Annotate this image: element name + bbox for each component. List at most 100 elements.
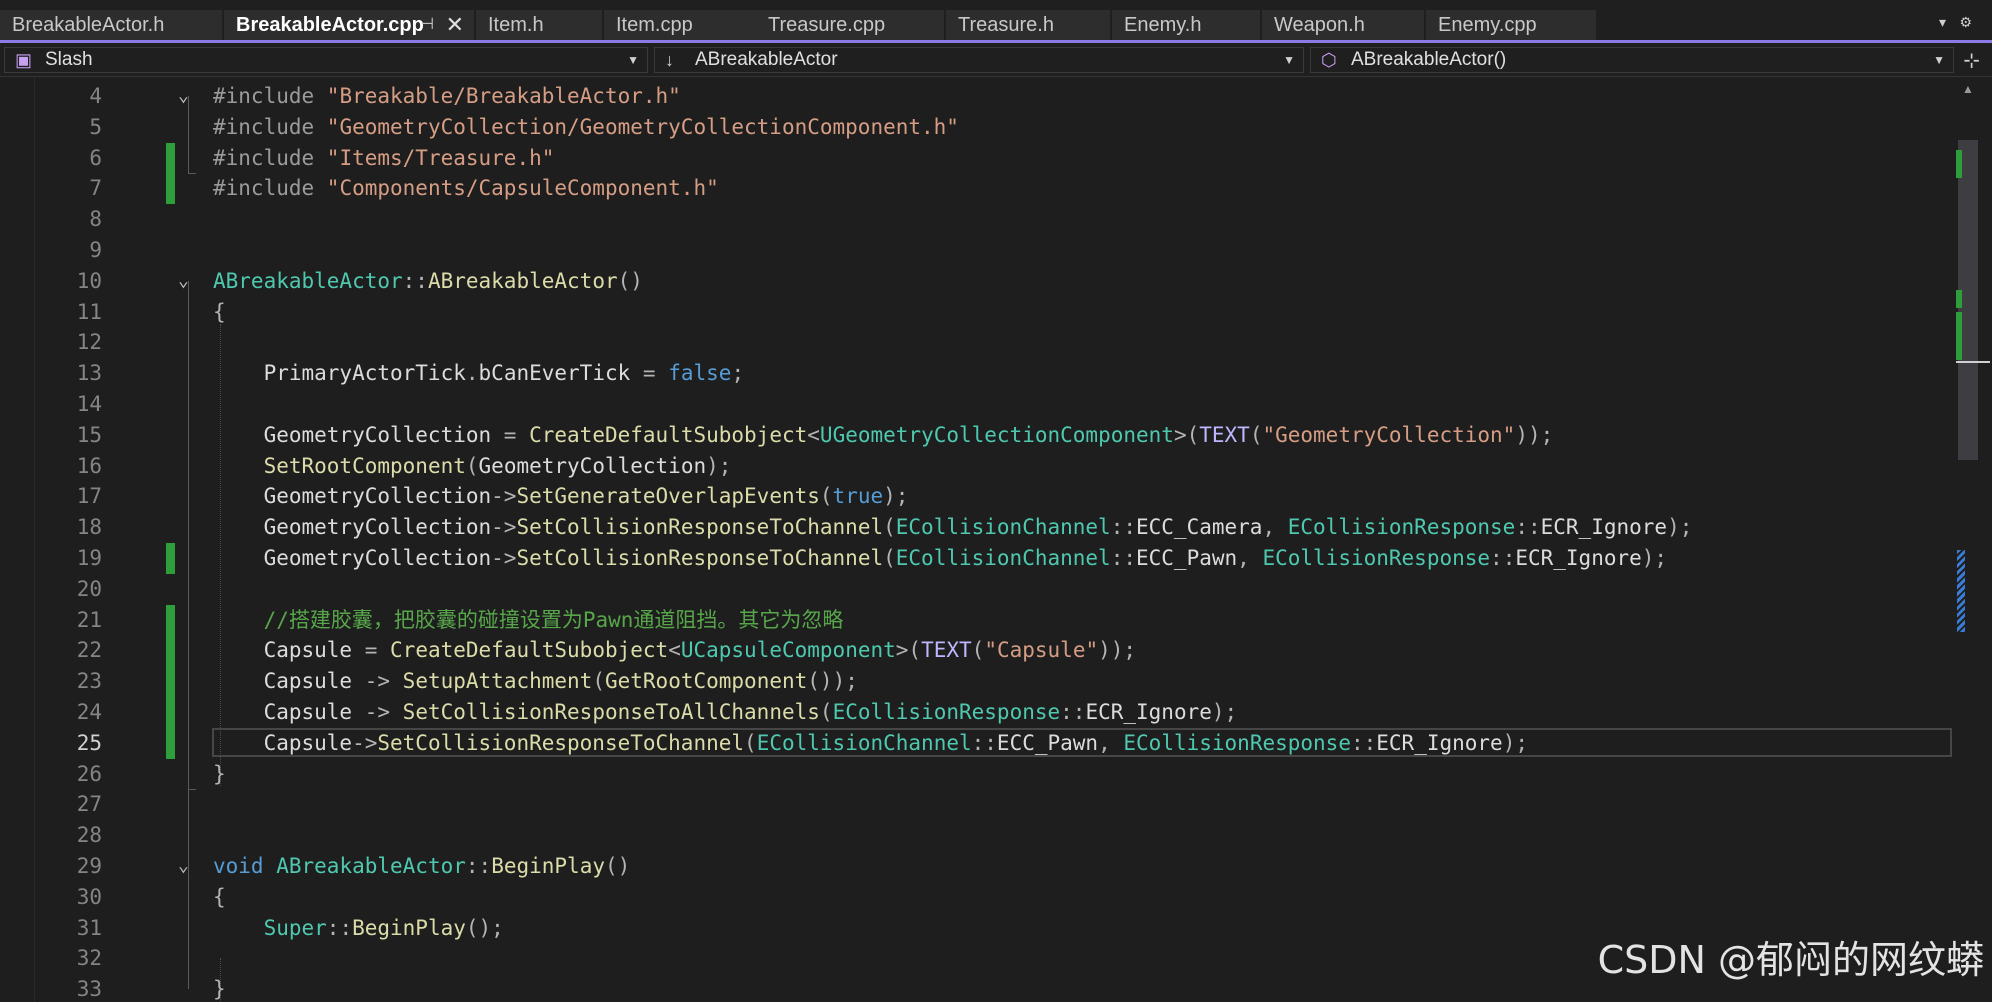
change-marker bbox=[1956, 150, 1962, 178]
line-number: 29 bbox=[76, 854, 102, 878]
line-code: GeometryCollection = CreateDefaultSubobj… bbox=[213, 422, 1554, 447]
tab-item-h[interactable]: Item.h bbox=[476, 10, 602, 40]
line-code: { bbox=[213, 299, 226, 324]
line-code: Capsule -> SetCollisionResponseToAllChan… bbox=[213, 700, 1238, 724]
line-number: 14 bbox=[76, 392, 102, 416]
line-number: 4 bbox=[89, 84, 102, 108]
change-bar bbox=[166, 543, 175, 574]
chevron-down-icon: ▼ bbox=[627, 53, 639, 67]
collapse-chevron-icon[interactable]: ⌄ bbox=[178, 266, 189, 297]
change-bar bbox=[166, 142, 175, 174]
line-number: 28 bbox=[76, 823, 102, 848]
code-line[interactable]: 23 Capsule -> SetupAttachment(GetRootCom… bbox=[0, 666, 1955, 697]
method-cube-icon: ⬡ bbox=[1321, 50, 1337, 70]
tab-label: Item.cpp bbox=[616, 14, 693, 36]
scroll-up-icon[interactable]: ▲ bbox=[1962, 82, 1974, 96]
code-line[interactable]: 17 GeometryCollection->SetGenerateOverla… bbox=[0, 481, 1955, 512]
line-number: 25 bbox=[76, 730, 102, 755]
code-line[interactable]: 14 bbox=[0, 389, 1955, 420]
line-code: } bbox=[213, 761, 226, 786]
tab-breakableactor-cpp[interactable]: BreakableActor.cpp ⊣ ✕ bbox=[224, 10, 474, 40]
code-line[interactable]: 30 { bbox=[0, 882, 1955, 913]
tab-accent-line bbox=[0, 40, 1992, 43]
collapse-chevron-icon[interactable]: ⌄ bbox=[178, 81, 189, 112]
change-bar bbox=[166, 666, 175, 697]
line-number: 16 bbox=[76, 453, 102, 478]
project-name: Slash bbox=[45, 49, 93, 70]
code-line[interactable]: 27 bbox=[0, 789, 1955, 820]
line-number: 10 bbox=[76, 268, 102, 293]
code-line[interactable]: 22 Capsule = CreateDefaultSubobject<UCap… bbox=[0, 635, 1955, 667]
scope-dropdown[interactable]: ↓ ABreakableActor ▼ bbox=[654, 47, 1304, 73]
code-line[interactable]: 7 #include "Components/CapsuleComponent.h… bbox=[0, 173, 1955, 205]
tab-label: Treasure.h bbox=[958, 14, 1054, 36]
line-number: 26 bbox=[76, 761, 102, 786]
tab-label: BreakableActor.h bbox=[12, 14, 165, 36]
line-code: #include "Components/CapsuleComponent.h" bbox=[213, 176, 719, 201]
tab-treasure-h[interactable]: Treasure.h bbox=[946, 10, 1110, 40]
line-code: Super::BeginPlay(); bbox=[263, 915, 504, 940]
project-dropdown[interactable]: ▣ Slash ▼ bbox=[4, 47, 648, 73]
tab-label: Weapon.h bbox=[1274, 14, 1365, 36]
code-line[interactable]: 8 bbox=[0, 204, 1955, 235]
tab-enemy-cpp[interactable]: Enemy.cpp bbox=[1426, 10, 1596, 40]
line-code: Capsule -> SetupAttachment(GetRootCompon… bbox=[213, 669, 858, 694]
line-code: Capsule->SetCollisionResponseToChannel(E… bbox=[213, 730, 1528, 755]
code-line[interactable]: 24 Capsule -> SetCollisionResponseToAllC… bbox=[0, 697, 1955, 728]
code-line[interactable]: 10 ⌄ ABreakableActor::ABreakableActor() bbox=[0, 266, 1955, 297]
code-line[interactable]: 21 //搭建胶囊，把胶囊的碰撞设置为Pawn通道阻挡。其它为忽略 bbox=[0, 604, 1955, 636]
change-bar bbox=[166, 697, 175, 728]
tab-weapon-h[interactable]: Weapon.h bbox=[1262, 10, 1424, 40]
code-line[interactable]: 13 PrimaryActorTick.bCanEverTick = false… bbox=[0, 358, 1955, 389]
code-line[interactable]: 11 { bbox=[0, 297, 1955, 328]
settings-gear-icon[interactable]: ⚙ bbox=[1959, 14, 1972, 31]
line-number: 11 bbox=[76, 299, 102, 324]
code-line[interactable]: 16 SetRootComponent(GeometryCollection); bbox=[0, 451, 1955, 482]
line-number: 23 bbox=[76, 669, 102, 694]
code-line[interactable]: 9 bbox=[0, 235, 1955, 266]
code-line[interactable]: 12 bbox=[0, 327, 1955, 358]
code-line[interactable]: 15 GeometryCollection = CreateDefaultSub… bbox=[0, 420, 1955, 451]
member-dropdown[interactable]: ⬡ ABreakableActor() ▼ bbox=[1310, 47, 1954, 73]
code-line[interactable]: 29 ⌄ void ABreakableActor::BeginPlay() bbox=[0, 851, 1955, 882]
line-code: #include "Items/Treasure.h" bbox=[213, 145, 555, 170]
line-number: 31 bbox=[76, 915, 102, 940]
line-number: 27 bbox=[76, 792, 102, 817]
project-icon: ▣ bbox=[15, 50, 33, 70]
code-line[interactable]: 25 Capsule->SetCollisionResponseToChanne… bbox=[0, 727, 1955, 759]
code-editor[interactable]: 4 ⌄ #include "Breakable/BreakableActor.h" 5… bbox=[0, 78, 1955, 1002]
tab-breakableactor-h[interactable]: BreakableActor.h bbox=[0, 10, 222, 40]
code-line[interactable]: 6 #include "Items/Treasure.h" bbox=[0, 142, 1955, 174]
close-icon[interactable]: ✕ bbox=[446, 10, 464, 40]
line-number: 30 bbox=[76, 884, 102, 909]
line-code: } bbox=[213, 977, 226, 1002]
tab-item-cpp[interactable]: Item.cpp bbox=[604, 10, 760, 40]
line-number: 6 bbox=[89, 145, 102, 170]
pin-icon[interactable]: ⊣ bbox=[420, 10, 434, 40]
line-number: 13 bbox=[76, 361, 102, 386]
tab-label: Treasure.cpp bbox=[768, 14, 886, 36]
line-number: 18 bbox=[76, 515, 102, 540]
line-code: PrimaryActorTick.bCanEverTick = false; bbox=[213, 361, 745, 386]
line-number: 12 bbox=[76, 330, 102, 355]
line-number: 33 bbox=[76, 977, 102, 1002]
code-line[interactable]: 26} bbox=[0, 759, 1955, 790]
code-line[interactable]: 19 GeometryCollection->SetCollisionRespo… bbox=[0, 543, 1955, 574]
tab-enemy-h[interactable]: Enemy.h bbox=[1112, 10, 1260, 40]
code-line[interactable]: 5 #include "GeometryCollection/GeometryCo… bbox=[0, 112, 1955, 143]
code-line[interactable]: 28 bbox=[0, 820, 1955, 851]
line-number: 24 bbox=[76, 700, 102, 724]
scope-name: ABreakableActor bbox=[695, 49, 838, 70]
line-code: //搭建胶囊，把胶囊的碰撞设置为Pawn通道阻挡。其它为忽略 bbox=[213, 607, 844, 632]
code-line[interactable]: 20 bbox=[0, 574, 1955, 605]
split-window-icon[interactable]: ⊹ bbox=[1963, 48, 1980, 73]
collapse-chevron-icon[interactable]: ⌄ bbox=[178, 851, 189, 882]
line-code: void ABreakableActor::BeginPlay() bbox=[213, 854, 631, 878]
tab-treasure-cpp[interactable]: Treasure.cpp bbox=[756, 10, 944, 40]
code-line[interactable]: 4 ⌄ #include "Breakable/BreakableActor.h" bbox=[0, 81, 1955, 112]
code-line[interactable]: 18 GeometryCollection->SetCollisionRespo… bbox=[0, 512, 1955, 543]
chevron-down-icon: ▼ bbox=[1933, 53, 1945, 67]
line-code: GeometryCollection->SetGenerateOverlapEv… bbox=[213, 484, 909, 509]
tab-list-dropdown-icon[interactable]: ▾ bbox=[1939, 14, 1946, 31]
change-marker bbox=[1956, 312, 1962, 360]
